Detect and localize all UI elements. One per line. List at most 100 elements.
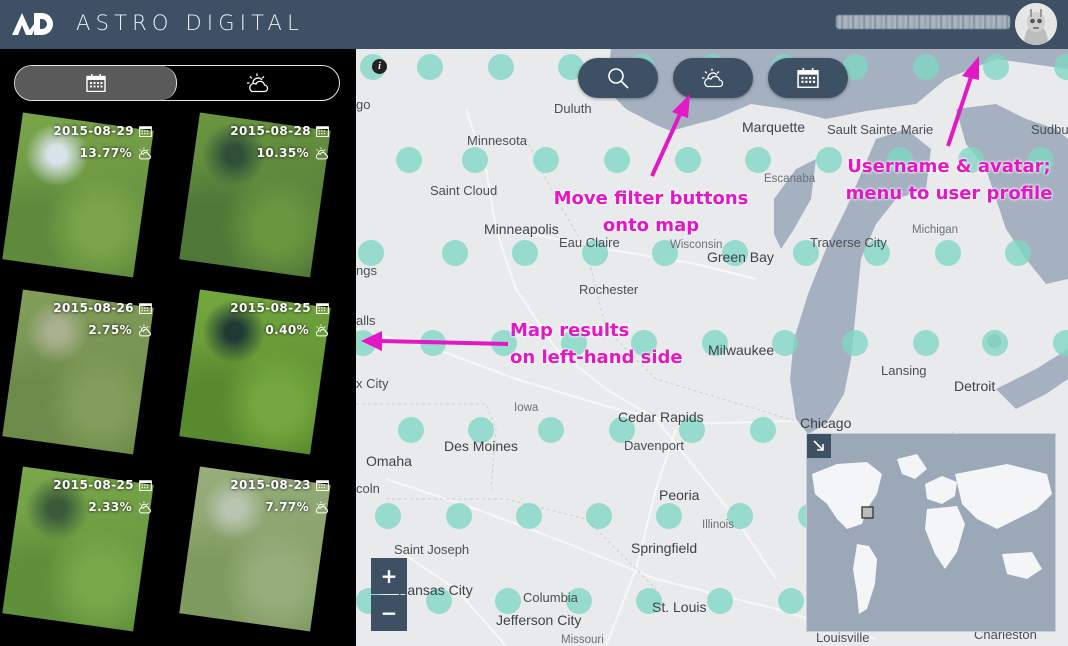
zoom-in-button[interactable]: + bbox=[371, 558, 407, 594]
annotation-user: Username & avatar; menu to user profile bbox=[838, 153, 1060, 207]
map-label: Illinois bbox=[702, 519, 734, 531]
scene-footprint-dot[interactable] bbox=[533, 147, 559, 173]
scene-footprint-dot[interactable] bbox=[398, 417, 424, 443]
calendar-icon bbox=[316, 303, 329, 314]
result-thumbnail[interactable]: 2015-08-28 10.35% bbox=[179, 112, 331, 281]
scene-footprint-dot[interactable] bbox=[604, 147, 630, 173]
map-view[interactable]: Duluth Marquette Sault Sainte Marie Sudbury… bbox=[356, 49, 1068, 646]
calendar-icon bbox=[316, 480, 329, 491]
cloud-filter-button[interactable] bbox=[673, 58, 753, 98]
map-label: Des Moines bbox=[444, 438, 518, 454]
map-label: St. Louis bbox=[652, 599, 707, 615]
annotation-filters: Move filter buttons onto map bbox=[548, 185, 754, 239]
result-thumbnail[interactable]: 2015-08-25 0.40% bbox=[179, 289, 331, 458]
scene-footprint-dot[interactable] bbox=[913, 54, 939, 80]
scene-meta: 2015-08-29 13.77% bbox=[53, 120, 152, 164]
calendar-icon bbox=[139, 303, 152, 314]
scene-footprint-dot[interactable] bbox=[983, 54, 1009, 80]
calendar-icon bbox=[85, 74, 106, 92]
scene-footprint-dot[interactable] bbox=[512, 240, 538, 266]
minimap-collapse-button[interactable] bbox=[807, 434, 831, 458]
username-blurred[interactable] bbox=[836, 15, 1010, 29]
map-label: Minnesota bbox=[467, 133, 527, 148]
scene-footprint-dot[interactable] bbox=[420, 330, 446, 356]
scene-footprint-dot[interactable] bbox=[375, 503, 401, 529]
sun-cloud-icon bbox=[138, 501, 151, 513]
scene-footprint-dot[interactable] bbox=[745, 147, 771, 173]
sort-toggle bbox=[14, 65, 340, 101]
scene-footprint-dot[interactable] bbox=[488, 54, 514, 80]
date-filter-button[interactable] bbox=[768, 58, 848, 98]
annotation-user-line2: menu to user profile bbox=[845, 183, 1053, 204]
scene-footprint-dot[interactable] bbox=[417, 54, 443, 80]
annotation-filters-line2: onto map bbox=[602, 215, 700, 236]
scene-date: 2015-08-28 bbox=[230, 124, 311, 138]
scene-footprint-dot[interactable] bbox=[982, 330, 1008, 356]
astro-digital-logo-icon[interactable] bbox=[12, 13, 54, 35]
result-thumbnail[interactable]: 2015-08-25 2.33% bbox=[2, 466, 154, 635]
sort-by-cloud-button[interactable] bbox=[177, 66, 339, 100]
scene-footprint-dot[interactable] bbox=[396, 147, 422, 173]
scene-footprint-dot[interactable] bbox=[656, 503, 682, 529]
scene-footprint-dot[interactable] bbox=[707, 588, 733, 614]
scene-footprint-dot[interactable] bbox=[538, 417, 564, 443]
scene-footprint-dot[interactable] bbox=[462, 147, 488, 173]
map-label: Saint Cloud bbox=[430, 183, 498, 198]
map-label: Columbia bbox=[523, 590, 578, 605]
sun-cloud-icon bbox=[315, 147, 328, 159]
result-thumbnail[interactable]: 2015-08-29 13.77% bbox=[2, 112, 154, 281]
map-label: Sault Sainte Marie bbox=[827, 122, 934, 137]
scene-cloud-cover: 13.77% bbox=[79, 146, 132, 160]
scene-footprint-dot[interactable] bbox=[935, 240, 961, 266]
map-label: Davenport bbox=[624, 438, 684, 453]
scene-cloud-cover: 10.35% bbox=[256, 146, 309, 160]
scene-footprint-dot[interactable] bbox=[442, 240, 468, 266]
scene-footprint-dot[interactable] bbox=[772, 330, 798, 356]
scene-date: 2015-08-25 bbox=[230, 301, 311, 315]
sun-cloud-icon bbox=[315, 324, 328, 336]
map-label: Traverse City bbox=[810, 235, 887, 250]
scene-footprint-dot[interactable] bbox=[675, 147, 701, 173]
overview-minimap[interactable] bbox=[806, 433, 1056, 632]
brand-name: ASTRO DIGITAL bbox=[76, 11, 305, 35]
zoom-out-button[interactable]: − bbox=[371, 595, 407, 631]
map-label: Springfield bbox=[631, 540, 698, 556]
search-icon bbox=[608, 68, 629, 89]
sun-cloud-icon bbox=[315, 501, 328, 513]
annotation-results-line2: on left-hand side bbox=[510, 347, 683, 368]
annotation-results: Map results on left-hand side bbox=[510, 317, 696, 371]
scene-footprint-dot[interactable] bbox=[778, 588, 804, 614]
result-thumbnail[interactable]: 2015-08-23 7.77% bbox=[179, 466, 331, 635]
map-label: Rochester bbox=[579, 282, 639, 297]
map-label-edge: x City bbox=[356, 376, 389, 391]
search-filter-button[interactable] bbox=[578, 58, 658, 98]
annotation-user-line1: Username & avatar; bbox=[847, 156, 1051, 177]
scene-footprint-dot[interactable] bbox=[842, 330, 868, 356]
user-avatar[interactable] bbox=[1015, 3, 1057, 45]
scene-cloud-cover: 7.77% bbox=[265, 500, 309, 514]
sort-by-date-button[interactable] bbox=[15, 66, 177, 100]
map-label-edge: alls bbox=[356, 313, 376, 328]
sun-cloud-icon bbox=[702, 68, 724, 88]
scene-footprint-dot[interactable] bbox=[516, 503, 542, 529]
map-label: Kansas City bbox=[398, 582, 473, 598]
scene-footprint-dot[interactable] bbox=[446, 503, 472, 529]
scene-footprint-dot[interactable] bbox=[750, 417, 776, 443]
app-header: ASTRO DIGITAL bbox=[0, 0, 1068, 49]
scene-meta: 2015-08-25 2.33% bbox=[53, 474, 152, 518]
info-icon[interactable]: i bbox=[372, 59, 387, 74]
map-label-edge: ngs bbox=[356, 263, 377, 278]
scene-meta: 2015-08-23 7.77% bbox=[230, 474, 329, 518]
robot-avatar-icon bbox=[1015, 3, 1057, 45]
arrow-down-right-icon bbox=[813, 440, 824, 451]
sun-cloud-icon bbox=[138, 324, 151, 336]
scene-footprint-dot[interactable] bbox=[495, 588, 521, 614]
result-thumbnail[interactable]: 2015-08-26 2.75% bbox=[2, 289, 154, 458]
scene-meta: 2015-08-26 2.75% bbox=[53, 297, 152, 341]
scene-date: 2015-08-29 bbox=[53, 124, 134, 138]
scene-footprint-dot[interactable] bbox=[586, 503, 612, 529]
scene-footprint-dot[interactable] bbox=[913, 330, 939, 356]
scene-footprint-dot[interactable] bbox=[1005, 240, 1031, 266]
map-label: Sudbury bbox=[1031, 122, 1068, 137]
sun-cloud-icon bbox=[247, 73, 269, 93]
